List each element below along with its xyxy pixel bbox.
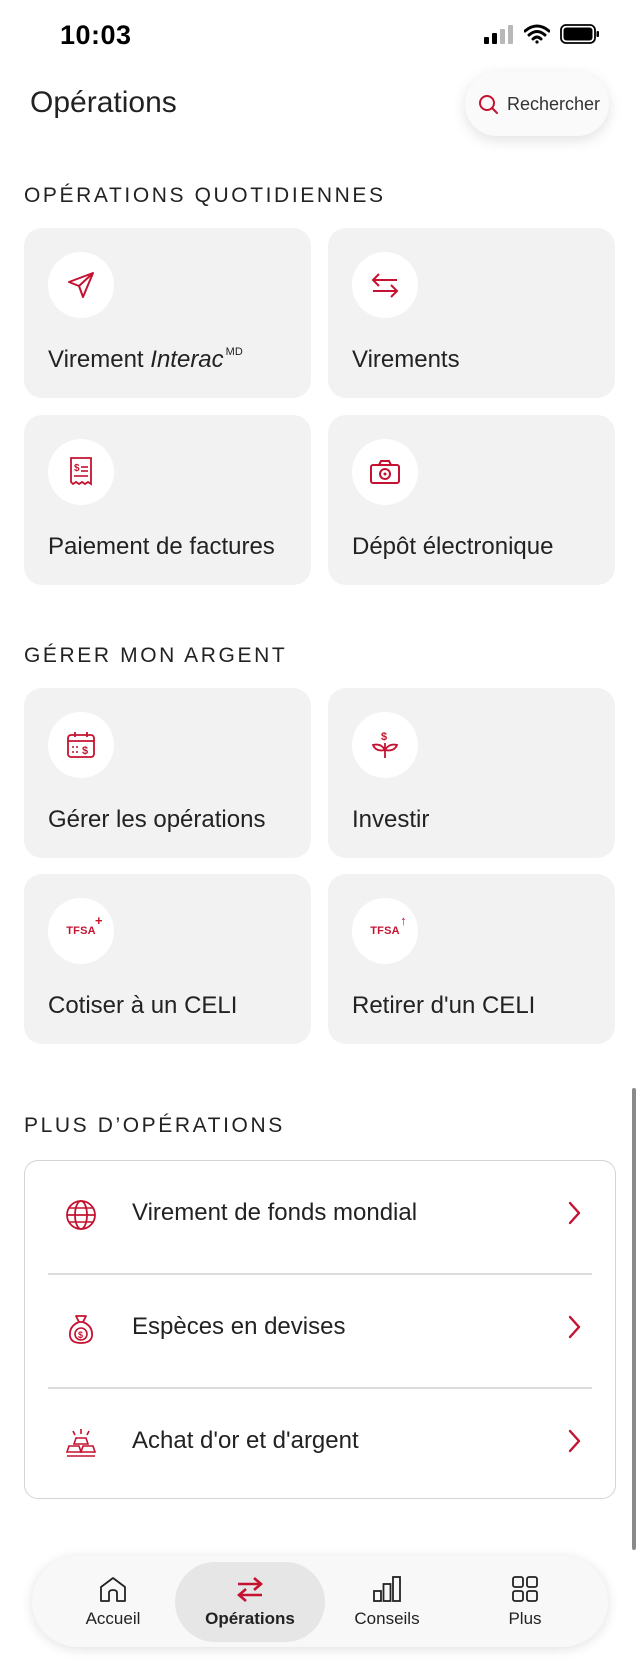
tile-icon-wrap [352,439,418,505]
tile-label: Virements [352,346,460,373]
tile-transfers[interactable]: Virements [328,228,615,398]
tile-e-deposit[interactable]: Dépôt électronique [328,415,615,585]
nav-item-advice[interactable]: Conseils [312,1562,462,1642]
svg-text:$: $ [381,731,387,743]
bar-chart-icon [373,1576,401,1602]
swap-icon [237,1577,263,1602]
bill-receipt-icon: $ [70,457,92,486]
tile-bill-payment[interactable]: $ Paiement de factures [24,415,311,585]
money-bag-icon: $ [69,1315,93,1344]
nav-label: Conseils [354,1609,420,1628]
tile-contribute-tfsa[interactable]: TFSA + Cotiser à un CELI [24,874,311,1044]
list-item-label: Achat d'or et d'argent [132,1427,359,1454]
list-item-foreign-cash[interactable]: $ Espèces en devises [25,1275,615,1387]
wifi-icon [524,24,550,44]
gold-bars-icon [65,1429,97,1457]
plant-dollar-icon: $ [371,731,399,758]
tile-invest[interactable]: $ Investir [328,688,615,858]
battery-icon [560,24,599,44]
nav-item-more[interactable]: Plus [450,1562,600,1642]
tile-withdraw-tfsa[interactable]: TFSA ↑ Retirer d'un CELI [328,874,615,1044]
nav-label: Accueil [85,1609,141,1628]
page-title: Opérations [30,86,177,119]
svg-text:$: $ [82,745,88,757]
tile-label: Gérer les opérations [48,806,266,833]
more-operations-list: Virement de fonds mondial $ Espèces en d… [24,1160,616,1499]
camera-icon [370,460,400,484]
nav-item-operations[interactable]: Opérations [175,1562,325,1642]
tile-label: Paiement de factures [48,533,275,560]
list-item-label: Virement de fonds mondial [132,1199,418,1226]
list-icon-wrap: $ [63,1311,99,1347]
tile-icon-wrap [352,252,418,318]
list-item-gold-silver[interactable]: Achat d'or et d'argent [25,1389,615,1501]
section-title-more: PLUS D’OPÉRATIONS [24,1114,285,1137]
tile-label: Investir [352,806,430,833]
tile-label: Retirer d'un CELI [352,992,536,1019]
tile-icon-wrap: $ [48,712,114,778]
status-icons [484,24,600,44]
chevron-right-icon [568,1201,581,1225]
search-button[interactable]: Rechercher [465,72,609,136]
svg-text:$: $ [78,1330,83,1340]
list-item-label: Espèces en devises [132,1313,346,1340]
status-bar: 10:03 [0,0,640,74]
calendar-dollar-icon: $ [67,732,95,758]
bottom-nav: Accueil Opérations Conseils Plus [32,1556,608,1647]
status-time: 10:03 [60,20,132,50]
signal-icon [484,25,513,44]
transfer-arrows-icon [371,273,399,298]
tile-label: Cotiser à un CELI [48,992,238,1019]
search-label: Rechercher [507,93,601,114]
tile-manage-operations[interactable]: $ Gérer les opérations [24,688,311,858]
scrollbar[interactable] [632,1088,636,1550]
tile-icon-wrap: TFSA ↑ [352,898,418,964]
nav-label: Opérations [205,1609,295,1628]
globe-icon [66,1200,96,1230]
tile-interac-transfer[interactable]: Virement Interac MD [24,228,311,398]
list-icon-wrap [63,1425,99,1461]
send-icon [68,272,94,298]
tile-label: Dépôt électronique [352,533,554,560]
section-title-manage: GÉRER MON ARGENT [24,644,288,667]
chevron-right-icon [568,1315,581,1339]
nav-item-home[interactable]: Accueil [38,1562,188,1642]
tile-icon-wrap: $ [352,712,418,778]
tile-icon-wrap: $ [48,439,114,505]
grid-icon [512,1576,538,1602]
nav-label: Plus [508,1609,542,1628]
list-icon-wrap [63,1197,99,1233]
tfsa-withdraw-icon: TFSA ↑ [370,913,407,937]
list-item-global-transfer[interactable]: Virement de fonds mondial [25,1161,615,1273]
section-title-daily: OPÉRATIONS QUOTIDIENNES [24,184,386,207]
tile-icon-wrap: TFSA + [48,898,114,964]
home-icon [100,1577,126,1602]
search-icon [479,95,498,114]
tile-label: Virement Interac MD [48,346,243,373]
tfsa-plus-icon: TFSA + [66,913,103,937]
tile-icon-wrap [48,252,114,318]
svg-text:$: $ [74,463,80,474]
chevron-right-icon [568,1429,581,1453]
